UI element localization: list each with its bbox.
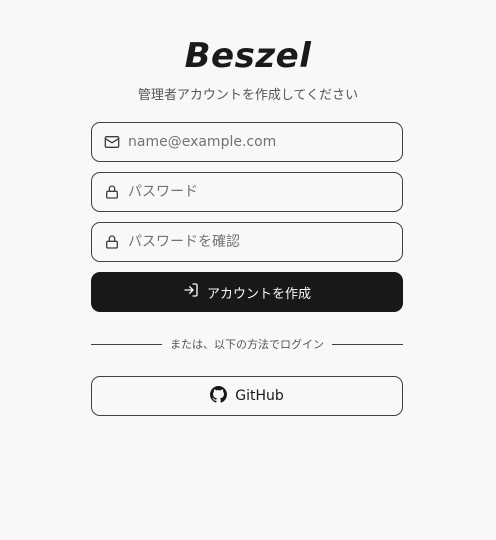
divider-line-left	[91, 343, 162, 345]
email-field[interactable]	[91, 122, 403, 162]
github-icon	[210, 385, 228, 407]
divider-line-right	[332, 343, 403, 345]
confirm-password-field[interactable]	[91, 222, 403, 262]
login-icon	[183, 282, 199, 302]
github-login-button[interactable]: GitHub	[91, 376, 403, 416]
password-field[interactable]	[91, 172, 403, 212]
confirm-password-input[interactable]	[128, 224, 388, 260]
divider-text: または、以下の方法でログイン	[170, 338, 324, 351]
password-input[interactable]	[128, 174, 388, 210]
create-account-button[interactable]: アカウントを作成	[91, 272, 403, 312]
or-divider: または、以下の方法でログイン	[91, 336, 403, 352]
app-logo: Beszel	[184, 36, 312, 76]
github-label: GitHub	[235, 388, 284, 404]
email-input[interactable]	[128, 124, 388, 160]
form-subtitle: 管理者アカウントを作成してください	[137, 88, 359, 103]
lock-icon	[92, 172, 128, 212]
login-page: Beszel 管理者アカウントを作成してください name@example.co…	[0, 0, 496, 540]
lock-icon	[92, 222, 128, 262]
mail-icon	[92, 122, 128, 162]
create-account-label: アカウントを作成	[206, 286, 311, 302]
